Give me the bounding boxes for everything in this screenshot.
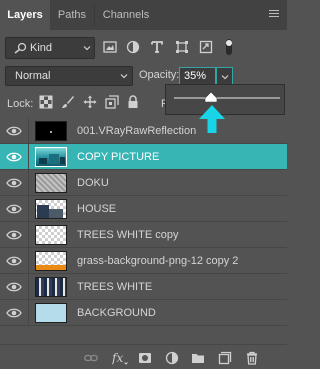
- layers-bottom-toolbar: fx: [0, 344, 287, 369]
- divider: [28, 118, 29, 144]
- layer-thumbnail: [35, 147, 67, 167]
- layer-row[interactable]: DOKU: [0, 170, 287, 196]
- tab-layers[interactable]: Layers: [0, 0, 50, 30]
- filter-kind-label: Kind: [30, 42, 53, 54]
- tab-paths[interactable]: Paths: [50, 0, 94, 30]
- layer-name: 001.VRayRawReflection: [77, 125, 197, 137]
- layer-name: COPY PICTURE: [77, 151, 160, 163]
- layer-name: TREES WHITE: [77, 281, 153, 293]
- link-layers-icon[interactable]: [84, 351, 98, 365]
- tab-channels[interactable]: Channels: [95, 0, 157, 30]
- lock-all-icon[interactable]: [126, 95, 140, 109]
- eye-icon[interactable]: [6, 124, 22, 138]
- panel-menu-icon[interactable]: [269, 10, 279, 18]
- type-filter-icon[interactable]: [150, 40, 164, 54]
- adjustment-filter-icon[interactable]: [126, 40, 140, 54]
- divider: [28, 222, 29, 248]
- divider: [28, 170, 29, 196]
- layer-thumbnail: [35, 121, 67, 141]
- filter-kind-select[interactable]: Kind: [5, 37, 95, 59]
- layer-row[interactable]: BACKGROUND: [0, 300, 287, 326]
- layer-row[interactable]: grass-background-png-12 copy 2: [0, 248, 287, 274]
- layer-thumbnail: [35, 251, 67, 271]
- chevron-down-icon: [120, 74, 128, 79]
- svg-text:fx: fx: [112, 351, 123, 365]
- eye-icon[interactable]: [6, 202, 22, 216]
- divider: [28, 248, 29, 274]
- layer-row[interactable]: HOUSE: [0, 196, 287, 222]
- blend-mode-value: Normal: [15, 70, 51, 82]
- prevent-autonest-icon[interactable]: [105, 95, 119, 109]
- layer-row[interactable]: TREES WHITE: [0, 274, 287, 300]
- eye-icon[interactable]: [6, 280, 22, 294]
- lock-image-pixels-icon[interactable]: [61, 95, 75, 109]
- new-group-icon[interactable]: [191, 351, 205, 365]
- lock-transparent-pixels-icon[interactable]: [39, 95, 53, 109]
- fx-icon[interactable]: fx: [112, 351, 128, 365]
- layer-thumbnail: [35, 277, 67, 297]
- smart-object-filter-icon[interactable]: [199, 40, 213, 54]
- lock-position-icon[interactable]: [83, 95, 97, 109]
- layer-name: BACKGROUND: [77, 307, 156, 319]
- blend-mode-select[interactable]: Normal: [5, 66, 133, 86]
- eye-icon[interactable]: [6, 254, 22, 268]
- layer-name: HOUSE: [77, 203, 117, 215]
- lock-label: Lock:: [7, 98, 34, 110]
- divider: [28, 274, 29, 300]
- opacity-value: 35%: [184, 70, 207, 82]
- layer-thumbnail: [35, 199, 67, 219]
- chevron-down-icon: [221, 75, 229, 80]
- eye-icon[interactable]: [6, 306, 22, 320]
- layer-row[interactable]: COPY PICTURE: [0, 144, 287, 170]
- layer-name: grass-background-png-12 copy 2: [77, 255, 239, 267]
- delete-layer-icon[interactable]: [245, 351, 259, 365]
- layer-thumbnail: [35, 303, 67, 323]
- chevron-down-icon: [83, 46, 91, 51]
- panel-tab-bar: Layers Paths Channels: [0, 0, 287, 30]
- eye-icon[interactable]: [6, 150, 22, 164]
- shape-filter-icon[interactable]: [175, 40, 189, 54]
- layer-row[interactable]: TREES WHITE copy: [0, 222, 287, 248]
- adjustment-layer-icon[interactable]: [165, 351, 179, 365]
- divider: [28, 196, 29, 222]
- layer-thumbnail: [35, 173, 67, 193]
- layer-name: TREES WHITE copy: [77, 229, 179, 241]
- opacity-slider-track[interactable]: [174, 97, 280, 99]
- new-layer-icon[interactable]: [218, 351, 232, 365]
- layer-name: DOKU: [77, 177, 109, 189]
- eye-icon[interactable]: [6, 228, 22, 242]
- opacity-label: Opacity:: [139, 69, 180, 81]
- opacity-slider-button[interactable]: [216, 67, 233, 85]
- divider: [28, 300, 29, 326]
- image-filter-icon[interactable]: [103, 40, 117, 54]
- divider: [28, 144, 29, 170]
- search-icon: [14, 42, 27, 54]
- filter-toggle-icon[interactable]: [222, 37, 236, 57]
- layer-thumbnail: [35, 225, 67, 245]
- layer-row[interactable]: 001.VRayRawReflection: [0, 118, 287, 144]
- add-mask-icon[interactable]: [138, 351, 152, 365]
- opacity-input[interactable]: 35%: [179, 67, 216, 85]
- opacity-slider-thumb[interactable]: [205, 92, 218, 102]
- eye-icon[interactable]: [6, 176, 22, 190]
